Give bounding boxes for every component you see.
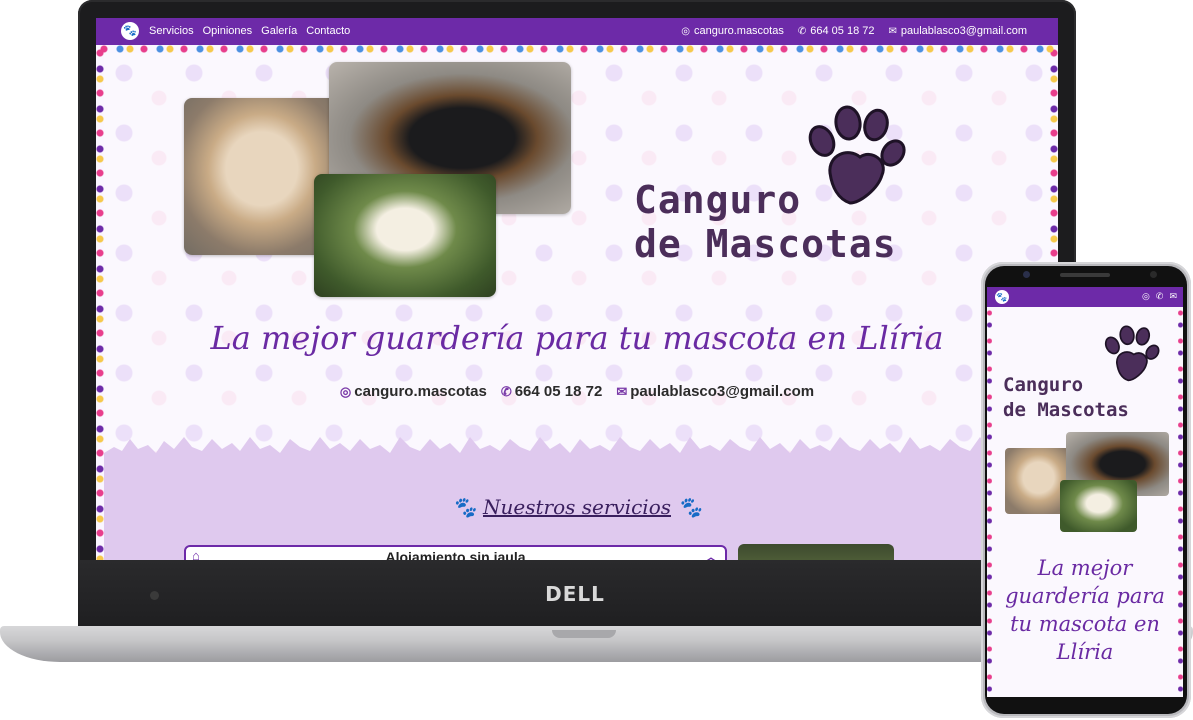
service-photo: [738, 544, 894, 560]
paw-border-left: [96, 45, 104, 560]
brand-title: Canguro de Mascotas: [634, 178, 954, 266]
desktop-screen: 🐾 Servicios Opiniones Galería Contacto ◎…: [96, 18, 1058, 560]
nav-instagram-link[interactable]: ◎ canguro.mascotas: [681, 25, 784, 37]
camera-icon: [150, 591, 159, 600]
hero-phone-link[interactable]: ✆ 664 05 18 72: [501, 383, 603, 400]
brand-line-1: Canguro: [634, 178, 802, 222]
mobile-brand-line-1: Canguro: [1003, 374, 1084, 396]
phone-sensor: [1150, 271, 1157, 278]
paw-icon[interactable]: 🐾: [995, 290, 1009, 304]
nav-links: Servicios Opiniones Galería Contacto: [149, 25, 350, 37]
nav-instagram-text: canguro.mascotas: [693, 25, 784, 37]
instagram-icon: ◎: [339, 383, 352, 399]
whatsapp-icon: ✆: [797, 25, 807, 37]
nav-email-link[interactable]: ✉ paulablasco3@gmail.com: [888, 25, 1027, 37]
mobile-brand-line-2: de Mascotas: [1003, 399, 1129, 421]
paw-icon[interactable]: 🐾: [121, 22, 139, 40]
nav-link-galeria[interactable]: Galería: [261, 25, 297, 37]
laptop-notch: [552, 630, 616, 638]
hero-section: Canguro de Mascotas La mejor guardería p…: [104, 53, 1050, 560]
nav-email-text: paulablasco3@gmail.com: [900, 25, 1027, 37]
mail-icon: ✉: [888, 25, 897, 37]
mobile-golden-puppy-photo: [1060, 480, 1137, 532]
paw-icon: 🐾: [451, 495, 477, 519]
brand-line-2: de Mascotas: [634, 222, 897, 266]
hero-instagram-link[interactable]: ◎ canguro.mascotas: [340, 383, 487, 400]
nav-contacts: ◎ canguro.mascotas ✆ 664 05 18 72 ✉ paul…: [681, 25, 1027, 37]
hero-email-text: paulablasco3@gmail.com: [630, 383, 815, 400]
mobile-navbar: 🐾 ◎ ✆ ✉: [987, 287, 1183, 307]
mobile-tagline: La mejor guardería para tu mascota en Ll…: [1005, 556, 1165, 664]
nav-phone-text: 664 05 18 72: [810, 25, 875, 37]
mobile-paw-border-left: [987, 307, 992, 697]
accordion-title: Alojamiento sin jaula: [385, 549, 526, 560]
hero-tagline: La mejor guardería para tu mascota en Ll…: [210, 319, 944, 357]
accordion-alojamiento[interactable]: ⌂ Alojamiento sin jaula ︿: [184, 545, 727, 560]
mobile-screen: 🐾 ◎ ✆ ✉ Canguro de Mascotas La mejor gua…: [987, 287, 1183, 697]
instagram-icon: ◎: [681, 25, 690, 37]
paw-border-top: [96, 45, 1058, 53]
mail-icon: ✉: [616, 383, 628, 399]
paw-icon: 🐾: [677, 495, 703, 519]
services-heading: 🐾 Nuestros servicios 🐾: [104, 495, 1050, 519]
hero-phone-text: 664 05 18 72: [514, 383, 603, 400]
mobile-brand-title: Canguro de Mascotas: [1003, 373, 1183, 423]
mobile-paw-border-right: [1178, 307, 1183, 697]
nav-link-contacto[interactable]: Contacto: [306, 25, 350, 37]
hero-instagram-text: canguro.mascotas: [354, 383, 487, 400]
hero-email-link[interactable]: ✉ paulablasco3@gmail.com: [616, 383, 814, 400]
phone-speaker: [1060, 273, 1110, 277]
nav-link-servicios[interactable]: Servicios: [149, 25, 194, 37]
nav-phone-link[interactable]: ✆ 664 05 18 72: [798, 25, 875, 37]
whatsapp-icon[interactable]: ✆: [1156, 291, 1164, 302]
mail-icon[interactable]: ✉: [1169, 291, 1177, 302]
nav-link-opiniones[interactable]: Opiniones: [203, 25, 253, 37]
front-camera-icon: [1023, 271, 1030, 278]
golden-puppy-photo: [314, 174, 496, 297]
top-navbar: 🐾 Servicios Opiniones Galería Contacto ◎…: [96, 18, 1058, 45]
chevron-up-icon: ︿: [704, 550, 717, 560]
mobile-nav-icons: ◎ ✆ ✉: [1142, 291, 1177, 302]
services-title-text: Nuestros servicios: [483, 495, 671, 519]
dell-logo: DELL: [545, 582, 605, 606]
hero-contacts: ◎ canguro.mascotas ✆ 664 05 18 72 ✉ paul…: [104, 383, 1050, 400]
home-icon: ⌂: [192, 548, 200, 560]
instagram-icon[interactable]: ◎: [1142, 291, 1150, 302]
whatsapp-icon: ✆: [500, 383, 512, 399]
